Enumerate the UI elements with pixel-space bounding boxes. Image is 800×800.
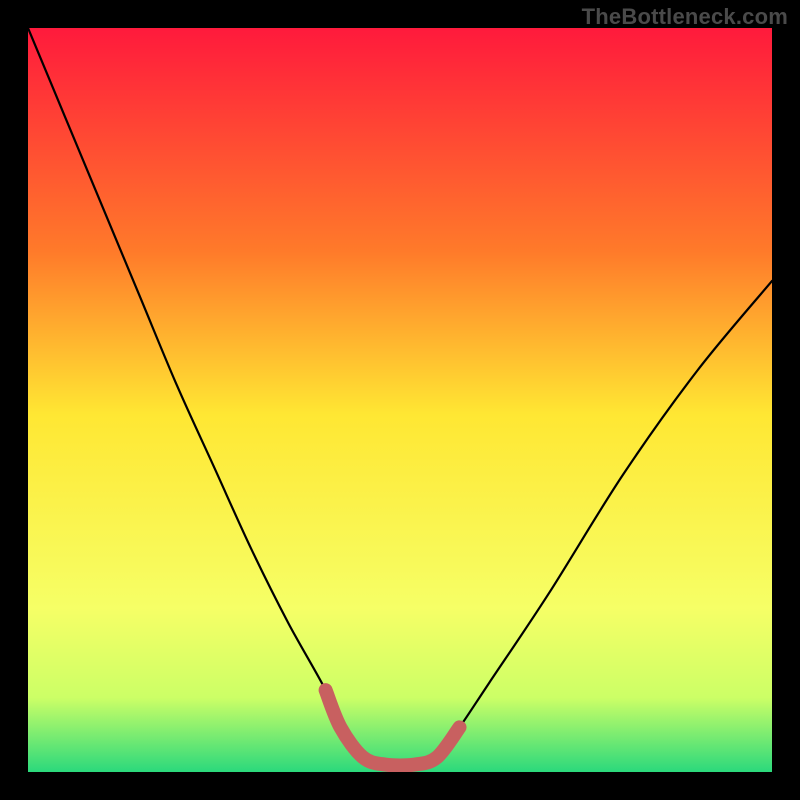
bottleneck-chart [0, 0, 800, 800]
watermark-text: TheBottleneck.com [582, 4, 788, 30]
gradient-background [28, 28, 772, 772]
chart-frame: TheBottleneck.com [0, 0, 800, 800]
